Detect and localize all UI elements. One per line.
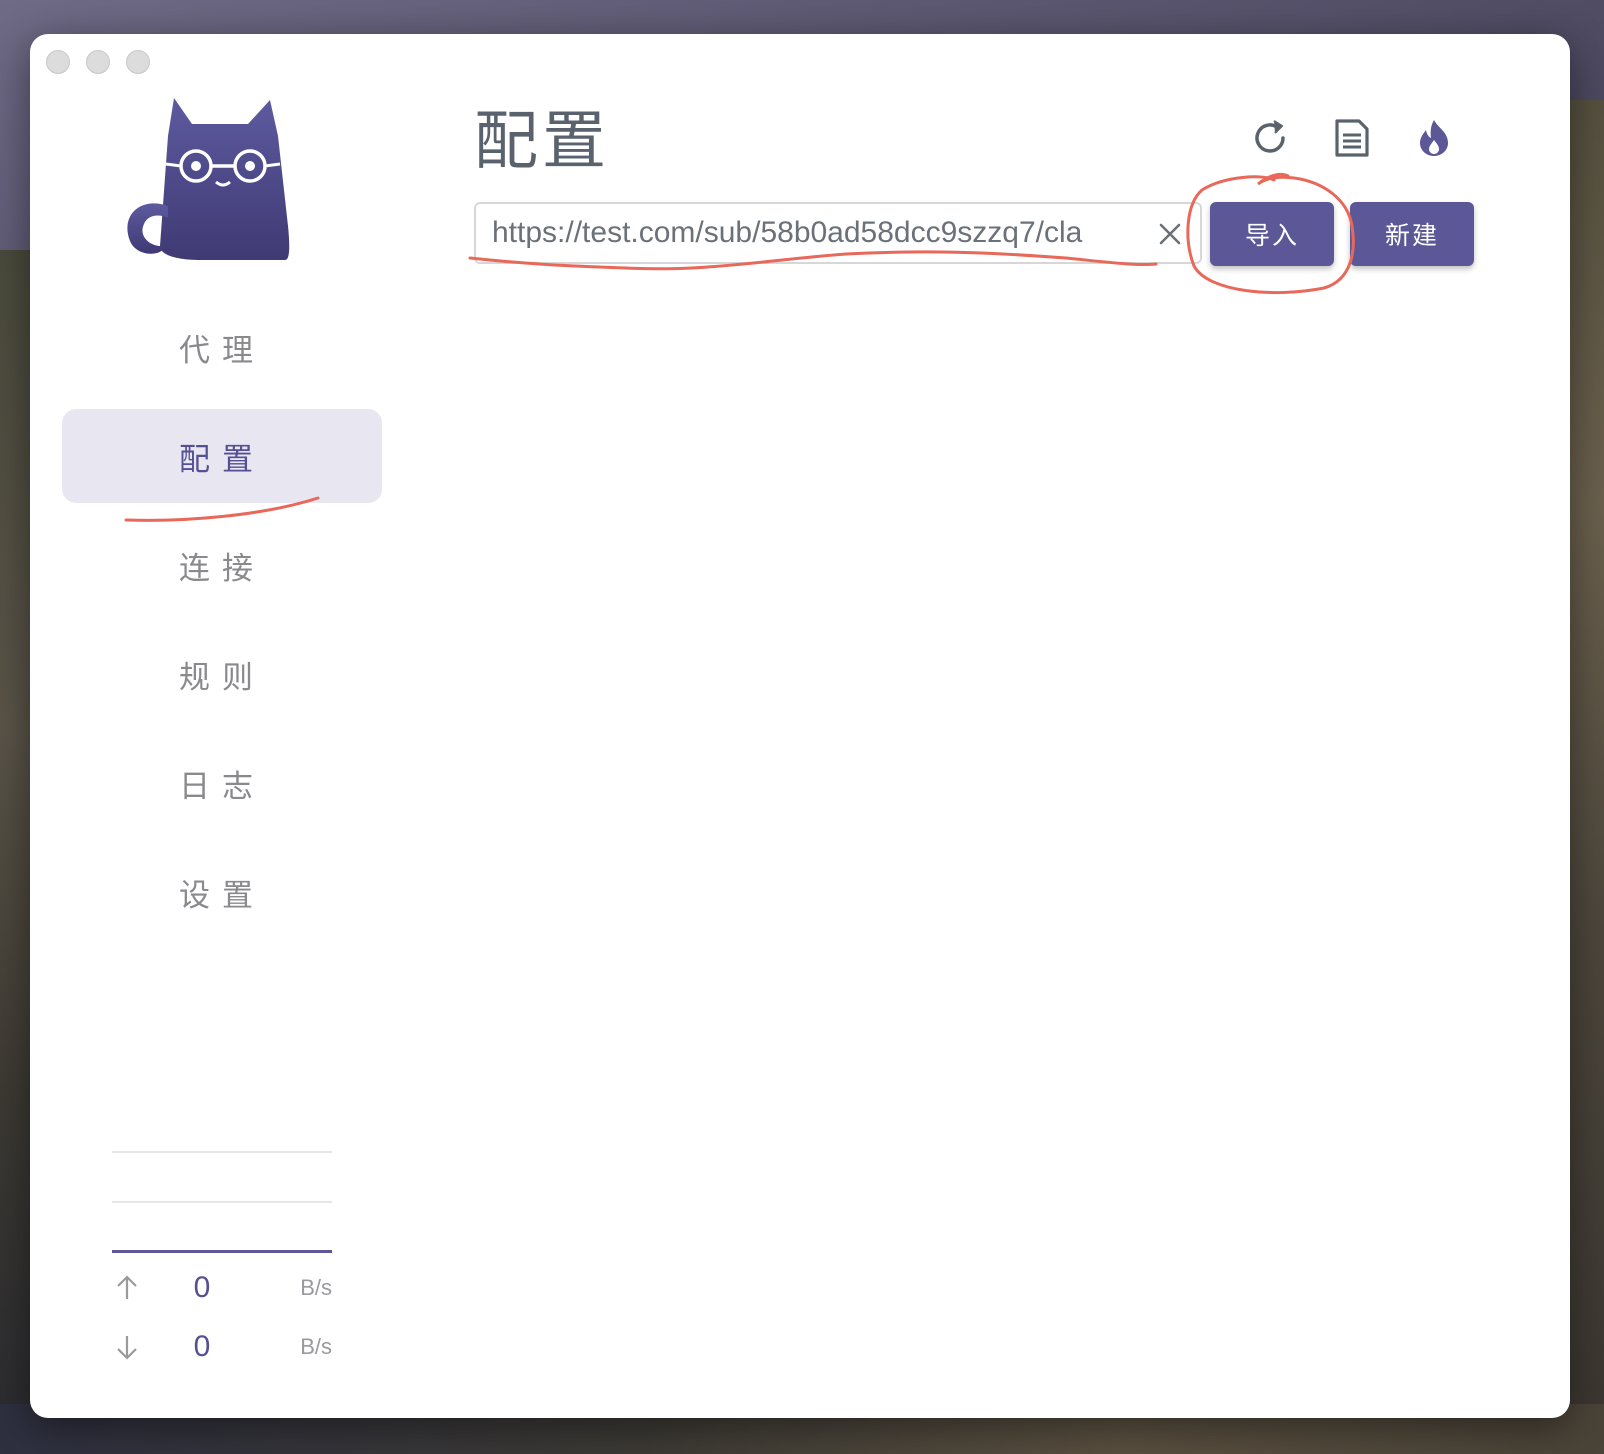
sidebar-item-label: 日志 xyxy=(179,768,265,805)
sidebar-item-label: 配置 xyxy=(179,441,265,478)
sidebar-item-settings[interactable]: 设置 xyxy=(62,845,382,939)
new-profile-button[interactable]: 新建 xyxy=(1350,202,1474,266)
sidebar: 代理 配置 连接 规则 日志 设置 0 B/s 0 B/s xyxy=(30,34,414,1418)
app-window: 代理 配置 连接 规则 日志 设置 0 B/s 0 B/s 配置 https:/… xyxy=(30,34,1570,1418)
sidebar-item-label: 设置 xyxy=(179,877,265,914)
document-icon[interactable] xyxy=(1332,118,1372,158)
subscription-url-field[interactable] xyxy=(474,202,1202,264)
traffic-graph-gridline xyxy=(112,1151,332,1153)
upload-speed-unit: B/s xyxy=(300,1275,332,1300)
sidebar-item-label: 代理 xyxy=(179,332,265,369)
cat-with-glasses-icon xyxy=(127,98,290,260)
upload-speed-value: 0 xyxy=(193,1271,211,1304)
sidebar-item-logs[interactable]: 日志 xyxy=(62,736,382,830)
sidebar-item-connections[interactable]: 连接 xyxy=(62,518,382,612)
import-button[interactable]: 导入 xyxy=(1210,202,1334,266)
download-speed-value: 0 xyxy=(193,1330,211,1363)
sidebar-item-rules[interactable]: 规则 xyxy=(62,627,382,721)
sidebar-item-profiles[interactable]: 配置 xyxy=(62,409,382,503)
arrow-up-icon xyxy=(117,1275,137,1299)
sidebar-item-proxy[interactable]: 代理 xyxy=(62,300,382,394)
arrow-down-icon xyxy=(117,1336,137,1360)
download-speed: 0 B/s xyxy=(112,1327,332,1367)
subscription-url-input[interactable] xyxy=(492,210,1122,256)
upload-speed: 0 B/s xyxy=(112,1268,332,1308)
sidebar-item-label: 连接 xyxy=(179,550,265,587)
refresh-icon[interactable] xyxy=(1250,118,1290,158)
sidebar-item-label: 规则 xyxy=(179,659,265,696)
traffic-graph-gridline xyxy=(112,1201,332,1203)
traffic-graph-baseline xyxy=(112,1250,332,1253)
page-title: 配置 xyxy=(474,105,610,179)
flame-icon[interactable] xyxy=(1414,118,1454,158)
download-speed-unit: B/s xyxy=(300,1334,332,1359)
close-icon[interactable] xyxy=(1156,220,1184,248)
